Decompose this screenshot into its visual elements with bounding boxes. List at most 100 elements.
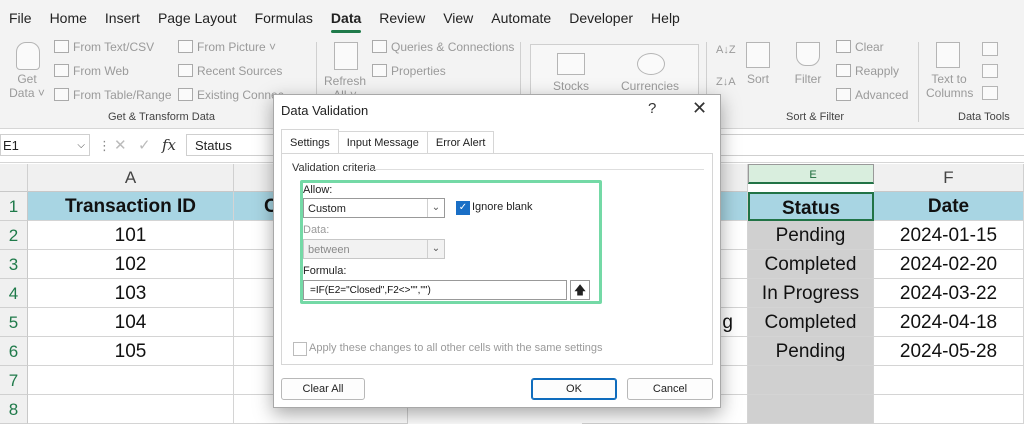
cancel-button[interactable]: Cancel bbox=[627, 378, 713, 400]
ignore-blank-checkbox[interactable]: ✓ bbox=[456, 201, 470, 215]
allow-select[interactable]: Custom ⌄ bbox=[303, 198, 445, 218]
advanced-filter-icon bbox=[836, 88, 851, 101]
cell-f4[interactable]: 2024-03-22 bbox=[874, 279, 1024, 308]
cell-a8[interactable] bbox=[28, 395, 234, 424]
row-header-5[interactable]: 5 bbox=[0, 308, 28, 337]
text-to-columns-button[interactable]: Text to Columns bbox=[926, 72, 973, 100]
cell-f2[interactable]: 2024-01-15 bbox=[874, 221, 1024, 250]
allow-label: Allow: bbox=[303, 184, 333, 196]
existing-connections-button[interactable]: Existing Connec bbox=[178, 88, 284, 102]
row-header-1[interactable]: 1 bbox=[0, 192, 28, 221]
tab-input-message[interactable]: Input Message bbox=[337, 131, 428, 154]
cell-a6[interactable]: 105 bbox=[28, 337, 234, 366]
cell-e5[interactable]: Completed bbox=[748, 308, 874, 337]
currencies-button[interactable]: Currencies bbox=[617, 79, 683, 93]
filter-button[interactable]: Filter bbox=[790, 72, 826, 86]
row-header-7[interactable]: 7 bbox=[0, 366, 28, 395]
stocks-button[interactable]: Stocks bbox=[547, 79, 595, 93]
data-validation-icon[interactable] bbox=[982, 86, 998, 100]
menu-view[interactable]: View bbox=[434, 0, 482, 36]
chevron-down-icon: ⌄ bbox=[427, 199, 444, 217]
menu-home[interactable]: Home bbox=[41, 0, 96, 36]
cell-a2[interactable]: 101 bbox=[28, 221, 234, 250]
insert-function-icon[interactable]: fx bbox=[162, 136, 176, 154]
chevron-down-icon[interactable]: ⌵ bbox=[77, 135, 85, 157]
data-select-value: between bbox=[308, 244, 350, 256]
database-icon bbox=[16, 42, 40, 70]
row-header-8[interactable]: 8 bbox=[0, 395, 28, 424]
cell-e6[interactable]: Pending bbox=[748, 337, 874, 366]
menu-formulas[interactable]: Formulas bbox=[246, 0, 322, 36]
from-table-range-button[interactable]: From Table/Range bbox=[54, 88, 172, 102]
cell-a3[interactable]: 102 bbox=[28, 250, 234, 279]
ok-button[interactable]: OK bbox=[531, 378, 617, 400]
from-picture-button[interactable]: From Picture ˅ bbox=[178, 40, 276, 54]
apply-to-all-label: Apply these changes to all other cells w… bbox=[309, 342, 603, 354]
cell-f3[interactable]: 2024-02-20 bbox=[874, 250, 1024, 279]
cell-e3[interactable]: Completed bbox=[748, 250, 874, 279]
column-header-f[interactable]: F bbox=[874, 164, 1024, 192]
from-web-label: From Web bbox=[73, 64, 129, 78]
ignore-blank-label: Ignore blank bbox=[472, 201, 533, 213]
recent-sources-button[interactable]: Recent Sources bbox=[178, 64, 282, 78]
sort-z-a-button[interactable]: Z↓A bbox=[716, 76, 736, 88]
cell-e4[interactable]: In Progress bbox=[748, 279, 874, 308]
reapply-button[interactable]: Reapply bbox=[836, 64, 899, 78]
data-types-gallery[interactable]: Stocks Currencies bbox=[530, 44, 699, 100]
menu-review[interactable]: Review bbox=[370, 0, 434, 36]
column-header-a[interactable]: A bbox=[28, 164, 234, 192]
row-header-6[interactable]: 6 bbox=[0, 337, 28, 366]
get-data-button[interactable]: Get Data ˅ bbox=[6, 72, 48, 100]
cell-f5[interactable]: 2024-04-18 bbox=[874, 308, 1024, 337]
formula-field-value: =IF(E2="Closed",F2<>"","") bbox=[310, 285, 431, 296]
menu-data[interactable]: Data bbox=[322, 0, 370, 36]
cell-e2[interactable]: Pending bbox=[748, 221, 874, 250]
cell-f8[interactable] bbox=[874, 395, 1024, 424]
column-header-e[interactable]: E bbox=[748, 164, 874, 184]
menu-file[interactable]: File bbox=[0, 0, 41, 36]
clear-all-button[interactable]: Clear All bbox=[281, 378, 365, 400]
menu-automate[interactable]: Automate bbox=[482, 0, 560, 36]
cell-e7[interactable] bbox=[748, 366, 874, 395]
menu-help[interactable]: Help bbox=[642, 0, 689, 36]
collapse-dialog-icon[interactable]: 🡅 bbox=[570, 280, 590, 300]
cell-f1[interactable]: Date bbox=[874, 192, 1024, 221]
connections-icon bbox=[178, 88, 193, 101]
row-header-3[interactable]: 3 bbox=[0, 250, 28, 279]
cell-a5[interactable]: 104 bbox=[28, 308, 234, 337]
cancel-entry-icon[interactable]: ✕ bbox=[114, 136, 127, 154]
from-text-csv-button[interactable]: From Text/CSV bbox=[54, 40, 154, 54]
name-box[interactable]: E1 ⌵ bbox=[0, 134, 90, 156]
menu-page-layout[interactable]: Page Layout bbox=[149, 0, 246, 36]
cell-f6[interactable]: 2024-05-28 bbox=[874, 337, 1024, 366]
settings-panel: Validation criteria Allow: Custom ⌄ ✓ Ig… bbox=[281, 153, 713, 365]
select-all-corner[interactable] bbox=[0, 164, 28, 192]
queries-connections-button[interactable]: Queries & Connections bbox=[372, 40, 514, 54]
row-header-2[interactable]: 2 bbox=[0, 221, 28, 250]
tab-error-alert[interactable]: Error Alert bbox=[426, 131, 495, 154]
cell-a1[interactable]: Transaction ID bbox=[28, 192, 234, 221]
cell-e1[interactable]: Status bbox=[748, 192, 874, 221]
cell-a7[interactable] bbox=[28, 366, 234, 395]
sort-a-z-button[interactable]: A↓Z bbox=[716, 44, 736, 56]
close-icon[interactable]: ✕ bbox=[692, 98, 707, 119]
cell-a4[interactable]: 103 bbox=[28, 279, 234, 308]
cell-e8[interactable] bbox=[748, 395, 874, 424]
menu-insert[interactable]: Insert bbox=[96, 0, 149, 36]
cell-f7[interactable] bbox=[874, 366, 1024, 395]
tab-settings[interactable]: Settings bbox=[281, 129, 339, 154]
properties-button[interactable]: Properties bbox=[372, 64, 446, 78]
recent-sources-label: Recent Sources bbox=[197, 64, 283, 78]
help-icon[interactable]: ? bbox=[648, 100, 656, 117]
formula-field[interactable]: =IF(E2="Closed",F2<>"","") bbox=[303, 280, 567, 300]
dialog-tabs: Settings Input Message Error Alert bbox=[281, 129, 495, 154]
data-label: Data: bbox=[303, 224, 330, 236]
menu-developer[interactable]: Developer bbox=[560, 0, 642, 36]
advanced-button[interactable]: Advanced bbox=[836, 88, 908, 102]
confirm-entry-icon[interactable]: ✓ bbox=[138, 136, 151, 154]
group-label-get-transform: Get & Transform Data bbox=[108, 111, 215, 123]
sort-button[interactable]: Sort bbox=[740, 72, 776, 86]
row-header-4[interactable]: 4 bbox=[0, 279, 28, 308]
clear-button[interactable]: Clear bbox=[836, 40, 884, 54]
from-web-button[interactable]: From Web bbox=[54, 64, 129, 78]
